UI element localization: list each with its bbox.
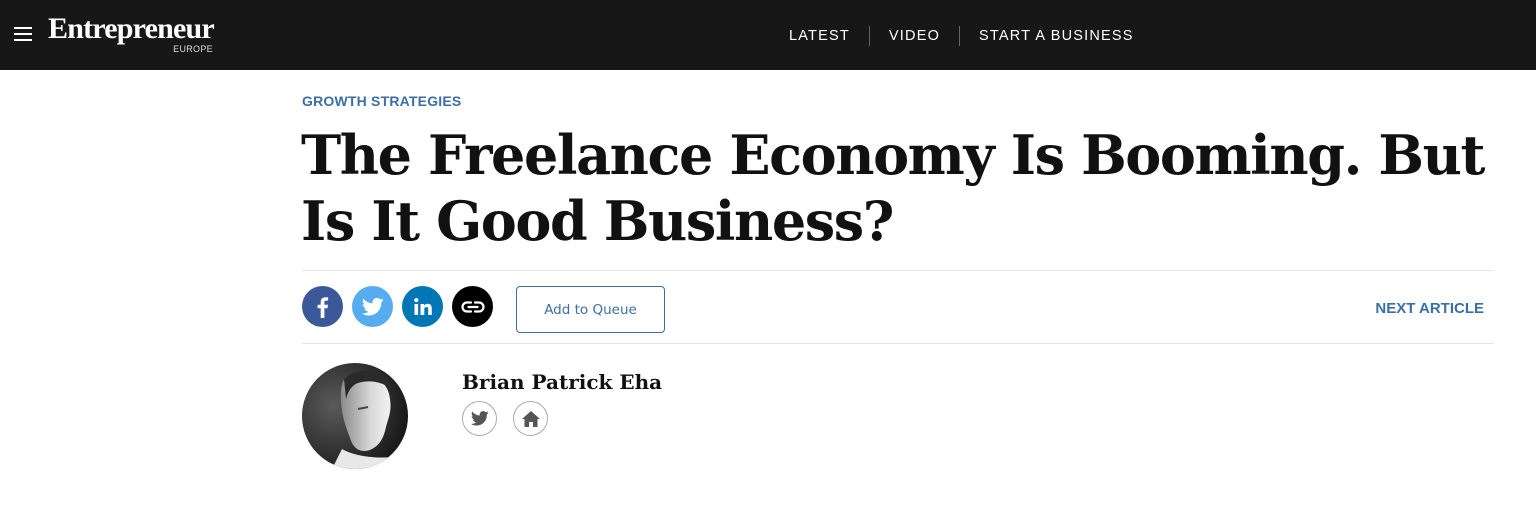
next-article-link[interactable]: NEXT ARTICLE — [1375, 300, 1484, 317]
author-website-button[interactable] — [513, 401, 548, 436]
twitter-share-button[interactable] — [352, 286, 393, 327]
add-to-queue-button[interactable]: Add to Queue — [516, 286, 665, 333]
copy-link-button[interactable] — [452, 286, 493, 327]
facebook-icon — [317, 296, 328, 318]
divider — [302, 270, 1494, 271]
hamburger-menu-icon[interactable] — [14, 27, 32, 41]
logo-edition: EUROPE — [173, 44, 213, 54]
site-logo[interactable]: Entrepreneur EUROPE — [48, 12, 215, 55]
twitter-icon — [361, 297, 384, 316]
nav-video[interactable]: VIDEO — [870, 26, 959, 46]
author-photo — [302, 363, 408, 469]
facebook-share-button[interactable] — [302, 286, 343, 327]
nav-latest[interactable]: LATEST — [770, 26, 869, 46]
nav-start-a-business[interactable]: START A BUSINESS — [960, 26, 1153, 46]
twitter-icon — [470, 411, 489, 426]
logo-wordmark: Entrepreneur — [48, 12, 215, 45]
article-category-link[interactable]: GROWTH STRATEGIES — [302, 93, 461, 109]
linkedin-share-button[interactable] — [402, 286, 443, 327]
home-icon — [521, 410, 540, 427]
author-name[interactable]: Brian Patrick Eha — [462, 370, 662, 394]
linkedin-icon — [413, 297, 432, 315]
main-nav: LATEST VIDEO START A BUSINESS — [770, 25, 1153, 47]
link-icon — [460, 300, 485, 313]
article-headline: The Freelance Economy Is Booming. But Is… — [301, 123, 1485, 253]
author-twitter-button[interactable] — [462, 401, 497, 436]
top-nav-bar: Entrepreneur EUROPE LATEST VIDEO START A… — [0, 0, 1536, 70]
divider — [302, 343, 1494, 344]
author-avatar[interactable] — [302, 363, 408, 469]
